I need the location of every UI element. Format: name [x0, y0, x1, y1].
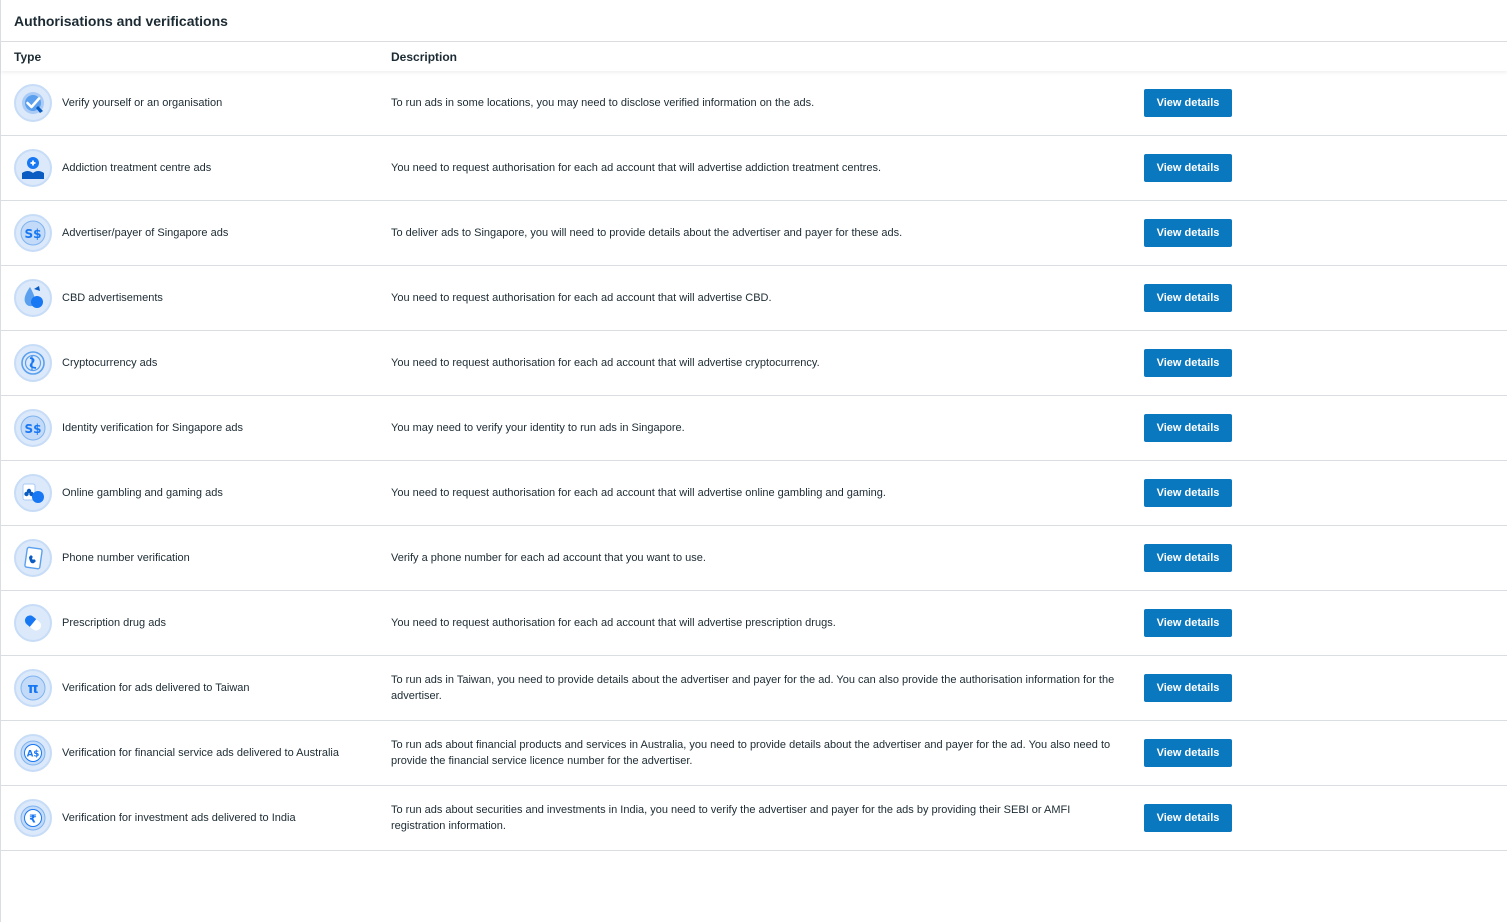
view-details-button[interactable]: View details [1144, 414, 1232, 442]
row-description: To run ads about financial products and … [391, 739, 1111, 767]
row-description: You need to request authorisation for ea… [391, 617, 836, 629]
view-details-button[interactable]: View details [1144, 349, 1232, 377]
view-details-button[interactable]: View details [1144, 89, 1232, 117]
row-type-label: Verification for ads delivered to Taiwan [62, 682, 250, 694]
singapore-dollar-icon: S$ [14, 214, 52, 252]
row-description: To deliver ads to Singapore, you will ne… [391, 227, 903, 239]
table-row: Prescription drug ads You need to reques… [1, 591, 1507, 656]
phone-icon [14, 539, 52, 577]
currency-glyph: ₹ [29, 813, 37, 826]
table-row: π Verification for ads delivered to Taiw… [1, 656, 1507, 721]
view-details-button[interactable]: View details [1144, 284, 1232, 312]
singapore-dollar-icon: S$ [14, 409, 52, 447]
row-type-label: Prescription drug ads [62, 617, 166, 629]
row-description: You may need to verify your identity to … [391, 422, 685, 434]
australian-dollar-icon: A$ [14, 734, 52, 772]
row-type-label: CBD advertisements [62, 292, 163, 304]
currency-glyph: π [27, 681, 38, 697]
row-description: To run ads about securities and investme… [391, 804, 1071, 832]
view-details-button[interactable]: View details [1144, 479, 1232, 507]
row-type-label: Identity verification for Singapore ads [62, 422, 243, 434]
view-details-button[interactable]: View details [1144, 219, 1232, 247]
table-row: CBD advertisements You need to request a… [1, 266, 1507, 331]
row-description: Verify a phone number for each ad accoun… [391, 552, 706, 564]
view-details-button[interactable]: View details [1144, 739, 1232, 767]
table-row: Online gambling and gaming ads You need … [1, 461, 1507, 526]
cryptocurrency-icon [14, 344, 52, 382]
row-type-label: Cryptocurrency ads [62, 357, 158, 369]
row-description: You need to request authorisation for ea… [391, 162, 882, 174]
table-row: ₹ Verification for investment ads delive… [1, 786, 1507, 851]
row-type-label: Addiction treatment centre ads [62, 162, 212, 174]
row-description: You need to request authorisation for ea… [391, 292, 772, 304]
view-details-button[interactable]: View details [1144, 544, 1232, 572]
authorisation-list: Verify yourself or an organisation To ru… [1, 71, 1507, 851]
view-details-button[interactable]: View details [1144, 609, 1232, 637]
row-type-label: Verification for investment ads delivere… [62, 812, 296, 824]
row-type-label: Verify yourself or an organisation [62, 97, 223, 109]
table-header: Type Description [1, 42, 1507, 71]
pill-icon [14, 604, 52, 642]
row-description: You need to request authorisation for ea… [391, 357, 820, 369]
currency-glyph: A$ [27, 750, 40, 760]
gambling-cards-icon [14, 474, 52, 512]
addiction-treatment-icon [14, 149, 52, 187]
section-title: Authorisations and verifications [1, 0, 1507, 42]
table-row: A$ Verification for financial service ad… [1, 721, 1507, 786]
table-row: Cryptocurrency ads You need to request a… [1, 331, 1507, 396]
row-type-label: Advertiser/payer of Singapore ads [62, 227, 229, 239]
table-row: S$ Advertiser/payer of Singapore ads To … [1, 201, 1507, 266]
table-row: Verify yourself or an organisation To ru… [1, 71, 1507, 136]
row-description: To run ads in Taiwan, you need to provid… [391, 674, 1115, 702]
view-details-button[interactable]: View details [1144, 674, 1232, 702]
table-row: Addiction treatment centre ads You need … [1, 136, 1507, 201]
currency-glyph: S$ [25, 422, 42, 436]
row-type-label: Verification for financial service ads d… [62, 747, 339, 759]
taiwan-currency-icon: π [14, 669, 52, 707]
table-row: S$ Identity verification for Singapore a… [1, 396, 1507, 461]
column-header-type: Type [14, 50, 42, 64]
view-details-button[interactable]: View details [1144, 804, 1232, 832]
row-description: To run ads in some locations, you may ne… [391, 97, 815, 109]
row-description: You need to request authorisation for ea… [391, 487, 886, 499]
verified-badge-icon [14, 84, 52, 122]
view-details-button[interactable]: View details [1144, 154, 1232, 182]
table-row: Phone number verification Verify a phone… [1, 526, 1507, 591]
column-header-description: Description [391, 50, 458, 64]
rupee-icon: ₹ [14, 799, 52, 837]
authorisations-page: Authorisations and verifications Type De… [0, 0, 1507, 922]
row-type-label: Phone number verification [62, 552, 190, 564]
row-type-label: Online gambling and gaming ads [62, 487, 223, 499]
currency-glyph: S$ [25, 227, 42, 241]
cbd-drop-icon [14, 279, 52, 317]
